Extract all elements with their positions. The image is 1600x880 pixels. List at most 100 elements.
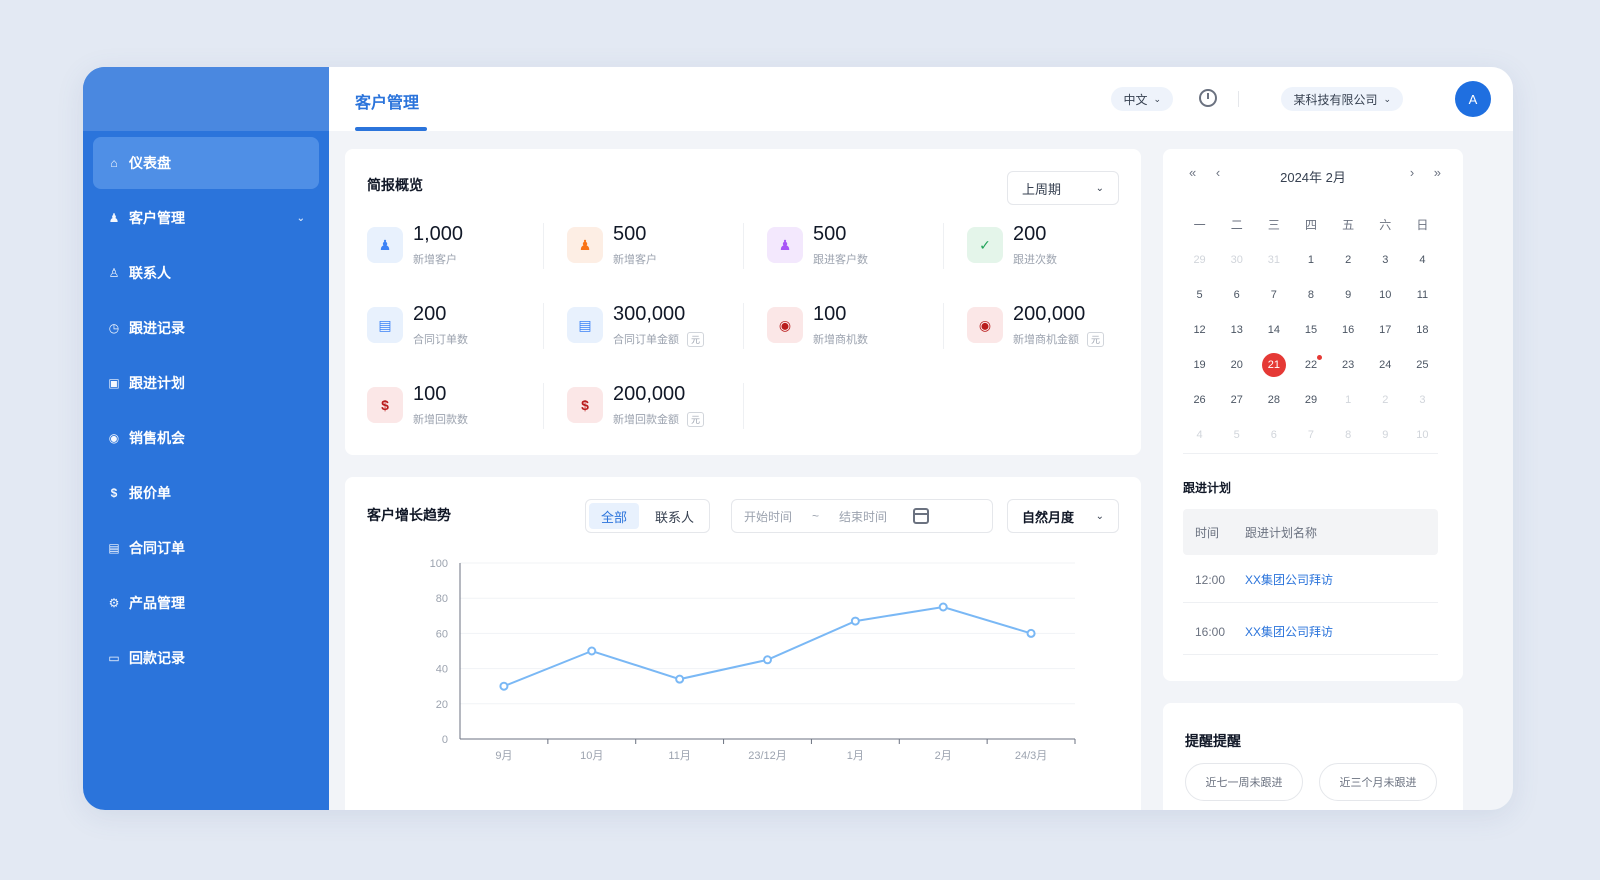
chevron-down-icon: ⌄ xyxy=(1095,182,1104,194)
calendar-day[interactable]: 31 xyxy=(1255,242,1292,277)
sidebar-item-5[interactable]: ◉ 销售机会 xyxy=(93,412,319,464)
calendar-day[interactable]: 27 xyxy=(1218,382,1255,417)
range-select[interactable]: 自然月度 ⌄ xyxy=(1007,499,1119,533)
calendar-day[interactable]: 25 xyxy=(1404,347,1441,382)
calendar-day-number: 26 xyxy=(1193,393,1206,406)
stat-item: ◉ 100 新增商机数 xyxy=(767,301,957,357)
calendar-day[interactable]: 2 xyxy=(1367,382,1404,417)
series-line xyxy=(503,605,1032,688)
stat-icon: $ xyxy=(567,387,603,423)
plan-link[interactable]: XX集团公司拜访 xyxy=(1245,623,1333,640)
stat-item: ▤ 300,000 合同订单金额元 xyxy=(567,301,757,357)
calendar-day[interactable]: 7 xyxy=(1292,417,1329,452)
calendar-day[interactable]: 29 xyxy=(1181,242,1218,277)
calendar-day[interactable]: 18 xyxy=(1404,312,1441,347)
calendar-day[interactable]: 5 xyxy=(1181,277,1218,312)
calendar-day[interactable]: 13 xyxy=(1218,312,1255,347)
date-range-picker[interactable]: 开始时间 ~ 结束时间 xyxy=(731,499,993,533)
stat-label: 新增商机数 xyxy=(813,331,868,347)
toggle-contacts[interactable]: 联系人 xyxy=(643,503,706,529)
calendar-day-number: 25 xyxy=(1416,358,1429,371)
calendar-day[interactable]: 1 xyxy=(1292,242,1329,277)
calendar-next[interactable]: › » xyxy=(1410,165,1449,180)
toggle-all[interactable]: 全部 xyxy=(589,503,640,529)
calendar-day[interactable]: 20 xyxy=(1218,347,1255,382)
calendar-day-number: 18 xyxy=(1416,323,1429,336)
sidebar-item-8[interactable]: ⚙ 产品管理 xyxy=(93,577,319,629)
calendar-day-number: 16 xyxy=(1342,323,1355,336)
language-select[interactable]: 中文 ⌄ xyxy=(1111,87,1173,111)
stat-icon: ◉ xyxy=(767,307,803,343)
calendar-day[interactable]: 23 xyxy=(1330,347,1367,382)
sidebar-item-label: 客户管理 xyxy=(129,210,185,226)
stat-icon: ▤ xyxy=(367,307,403,343)
calendar-day-number: 3 xyxy=(1419,393,1426,406)
x-tick-label: 23/12月 xyxy=(748,750,787,762)
calendar-day[interactable]: 3 xyxy=(1404,382,1441,417)
stat-label-text: 新增回款数 xyxy=(413,414,468,426)
stat-value: 200 xyxy=(413,303,447,325)
calendar-day[interactable]: 19 xyxy=(1181,347,1218,382)
calendar-day[interactable]: 4 xyxy=(1181,417,1218,452)
calendar-day[interactable]: 8 xyxy=(1292,277,1329,312)
stat-item: ▤ 200 合同订单数 xyxy=(367,301,557,357)
calendar-day[interactable]: 16 xyxy=(1330,312,1367,347)
calendar-day[interactable]: 30 xyxy=(1218,242,1255,277)
calendar-day[interactable]: 9 xyxy=(1330,277,1367,312)
x-tick-label: 10月 xyxy=(580,750,603,762)
tab-customer-management[interactable]: 客户管理 xyxy=(355,89,419,113)
calendar-day[interactable]: 15 xyxy=(1292,312,1329,347)
sidebar-item-3[interactable]: ◷ 跟进记录 xyxy=(93,302,319,354)
calendar-day[interactable]: 7 xyxy=(1255,277,1292,312)
calendar-day[interactable]: 11 xyxy=(1404,277,1441,312)
calendar-day[interactable]: 28 xyxy=(1255,382,1292,417)
sidebar-item-9[interactable]: ▭ 回款记录 xyxy=(93,632,319,684)
plan-row: 12:00 XX集团公司拜访 xyxy=(1183,557,1438,603)
brand-area xyxy=(83,67,329,131)
stat-value: 200 xyxy=(1013,223,1047,245)
calendar-day[interactable]: 6 xyxy=(1218,277,1255,312)
reminder-week-button[interactable]: 近七一周未跟进 xyxy=(1185,763,1303,801)
clock-icon[interactable] xyxy=(1199,89,1217,107)
calendar-day[interactable]: 5 xyxy=(1218,417,1255,452)
sidebar-item-label: 合同订单 xyxy=(129,540,185,556)
company-select[interactable]: 某科技有限公司 ⌄ xyxy=(1281,87,1403,111)
dashboard-icon: ⌂ xyxy=(110,156,118,170)
sidebar-item-1[interactable]: ♟ 客户管理 ⌄ xyxy=(93,192,319,244)
calendar-day-number: 2 xyxy=(1345,253,1352,266)
avatar[interactable]: A xyxy=(1455,81,1491,117)
reminder-quarter-button[interactable]: 近三个月未跟进 xyxy=(1319,763,1437,801)
calendar-day[interactable]: 2 xyxy=(1330,242,1367,277)
calendar-day[interactable]: 12 xyxy=(1181,312,1218,347)
sidebar-item-0[interactable]: ⌂ 仪表盘 xyxy=(93,137,319,189)
calendar-day-number: 19 xyxy=(1193,358,1206,371)
calendar-day[interactable]: 6 xyxy=(1255,417,1292,452)
sidebar-item-6[interactable]: $ 报价单 xyxy=(93,467,319,519)
calendar-day[interactable]: 26 xyxy=(1181,382,1218,417)
calendar-day[interactable]: 10 xyxy=(1367,277,1404,312)
calendar-day[interactable]: 8 xyxy=(1330,417,1367,452)
sidebar-item-7[interactable]: ▤ 合同订单 xyxy=(93,522,319,574)
calendar-day[interactable]: 17 xyxy=(1367,312,1404,347)
calendar-day[interactable]: 21 xyxy=(1255,347,1292,382)
period-select[interactable]: 上周期 ⌄ xyxy=(1007,171,1119,205)
calendar-day[interactable]: 29 xyxy=(1292,382,1329,417)
calendar-day[interactable]: 9 xyxy=(1367,417,1404,452)
calendar-day[interactable]: 22 xyxy=(1292,347,1329,382)
calendar-day[interactable]: 1 xyxy=(1330,382,1367,417)
end-date-input[interactable]: 结束时间 xyxy=(839,508,887,525)
start-date-input[interactable]: 开始时间 xyxy=(744,508,792,525)
calendar-day[interactable]: 10 xyxy=(1404,417,1441,452)
overview-title: 简报概览 xyxy=(367,177,423,193)
sidebar-item-4[interactable]: ▣ 跟进计划 xyxy=(93,357,319,409)
plan-link[interactable]: XX集团公司拜访 xyxy=(1245,571,1333,588)
calendar-day[interactable]: 24 xyxy=(1367,347,1404,382)
calendar-day-number: 22 xyxy=(1304,358,1318,371)
calendar-day[interactable]: 3 xyxy=(1367,242,1404,277)
sidebar-item-2[interactable]: ♙ 联系人 xyxy=(93,247,319,299)
calendar-day[interactable]: 4 xyxy=(1404,242,1441,277)
followup-icon: ◷ xyxy=(108,321,120,335)
calendar-day[interactable]: 14 xyxy=(1255,312,1292,347)
stat-label-text: 跟进客户数 xyxy=(813,254,868,266)
stat-item: ✓ 200 跟进次数 xyxy=(967,221,1157,277)
